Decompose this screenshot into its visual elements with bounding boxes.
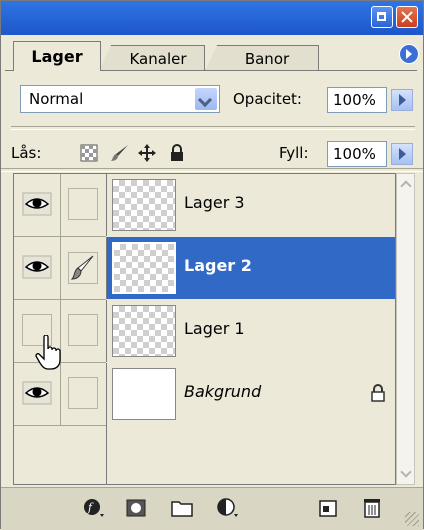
layers-panel-window: Banor Kanaler Lager Normal Opacitet: 100…: [0, 0, 424, 530]
blend-mode-select[interactable]: Normal: [20, 85, 220, 113]
lock-image-brush-icon[interactable]: [110, 143, 130, 163]
scroll-up-icon[interactable]: [398, 176, 414, 192]
layer-row-lager-2[interactable]: Lager 2: [14, 237, 395, 299]
scroll-down-icon[interactable]: [398, 466, 414, 482]
tab-lager-label: Lager: [31, 47, 83, 66]
layer-link-toggle[interactable]: [60, 363, 107, 425]
hand-cursor-icon: [35, 335, 61, 370]
layer-name: Lager 3: [184, 193, 245, 212]
minimize-icon[interactable]: [371, 6, 393, 28]
lock-transparency-icon[interactable]: [79, 143, 99, 163]
tab-kanaler-label: Kanaler: [129, 49, 187, 68]
row-divider: [14, 425, 106, 426]
link-box: [68, 377, 98, 409]
layer-row-lager-1[interactable]: Lager 1: [14, 300, 395, 362]
lock-position-move-icon[interactable]: [137, 143, 157, 163]
opacity-input[interactable]: 100%: [327, 87, 387, 113]
fill-input[interactable]: 100%: [327, 141, 387, 167]
layer-row-bakgrund[interactable]: Bakgrund: [14, 363, 395, 425]
eye-icon: [22, 192, 52, 216]
tab-kanaler[interactable]: Kanaler: [99, 45, 205, 71]
layer-thumbnail: [112, 242, 176, 294]
layer-row-lager-3[interactable]: Lager 3: [14, 174, 395, 236]
new-group-folder-icon[interactable]: [171, 498, 193, 518]
layers-toolbar: f: [1, 487, 423, 530]
link-box: [68, 314, 98, 346]
fill-arrow-icon[interactable]: [391, 143, 413, 165]
adjustment-layer-icon[interactable]: [217, 498, 239, 518]
layer-mask-icon[interactable]: [125, 498, 147, 518]
layer-link-toggle[interactable]: [60, 174, 107, 236]
layer-name: Lager 1: [184, 319, 245, 338]
lock-all-icon[interactable]: [167, 143, 187, 163]
fill-label: Fyll:: [279, 144, 309, 162]
layer-thumbnail: [112, 368, 176, 420]
brush-icon: [68, 252, 98, 284]
opacity-arrow-icon[interactable]: [391, 89, 413, 111]
blend-mode-value: Normal: [29, 90, 84, 108]
list-column-divider: [106, 425, 107, 484]
close-icon[interactable]: [396, 6, 418, 28]
layer-visibility-toggle[interactable]: [14, 174, 61, 236]
layer-name: Lager 2: [184, 256, 252, 275]
panel-menu-arrow-icon[interactable]: [399, 44, 419, 64]
options-divider: [11, 126, 415, 130]
link-box: [68, 188, 98, 220]
layers-list: Lager 3 Lager 2 Lager 1 Bakgrund: [13, 173, 396, 485]
tab-lager[interactable]: Lager: [13, 41, 101, 71]
layer-lock-icon: [371, 384, 385, 402]
layer-link-toggle[interactable]: [60, 237, 107, 299]
lock-divider: [1, 168, 423, 172]
new-layer-icon[interactable]: [317, 498, 339, 518]
layer-name: Bakgrund: [184, 382, 262, 401]
layer-thumbnail: [112, 305, 176, 357]
eye-icon: [22, 255, 52, 279]
tab-banor[interactable]: Banor: [205, 45, 319, 71]
resize-grip[interactable]: [405, 512, 419, 526]
layer-visibility-toggle[interactable]: [14, 363, 61, 425]
chevron-down-icon[interactable]: [195, 88, 217, 110]
layer-style-icon[interactable]: f: [83, 498, 105, 518]
lock-label: Lås:: [11, 144, 42, 162]
trash-icon[interactable]: [361, 498, 383, 518]
layer-link-toggle[interactable]: [60, 300, 107, 362]
panel-tabs: Banor Kanaler Lager: [9, 37, 421, 71]
opacity-label: Opacitet:: [233, 90, 302, 108]
layer-visibility-toggle[interactable]: [14, 237, 61, 299]
layers-scrollbar[interactable]: [396, 173, 415, 485]
layer-thumbnail: [112, 179, 176, 231]
tab-banor-label: Banor: [244, 49, 290, 68]
title-bar: [1, 1, 423, 35]
eye-icon: [22, 381, 52, 405]
